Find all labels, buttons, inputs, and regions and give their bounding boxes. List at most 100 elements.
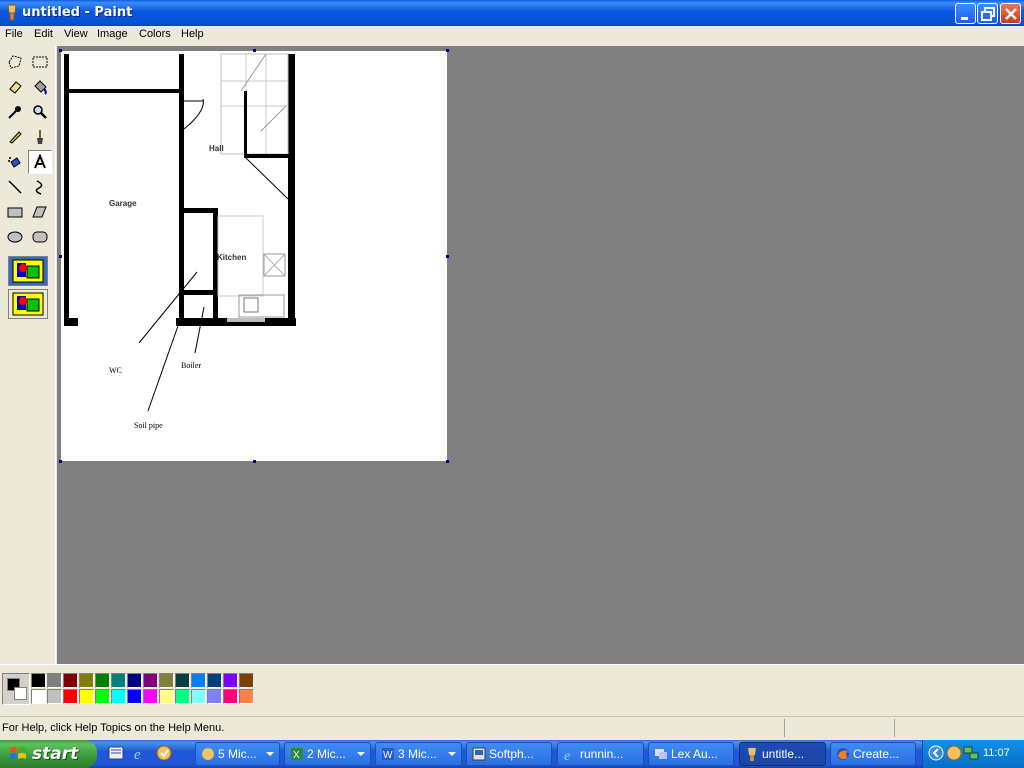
taskbar-task-firefox[interactable]: Create...: [830, 742, 916, 766]
close-button[interactable]: [1000, 3, 1021, 24]
quicklaunch-app-icon[interactable]: [156, 745, 172, 761]
palette-swatch[interactable]: [223, 689, 238, 704]
task-label: Lex Au...: [671, 747, 718, 761]
taskbar-task-lex[interactable]: Lex Au...: [648, 742, 734, 766]
start-button[interactable]: start: [0, 740, 97, 768]
tray-app-icon[interactable]: [946, 745, 962, 761]
resize-handle-top-left: [59, 49, 62, 52]
palette-swatch[interactable]: [79, 673, 94, 688]
palette-swatch[interactable]: [191, 689, 206, 704]
title-bar[interactable]: untitled - Paint: [0, 0, 1024, 26]
palette-swatch[interactable]: [79, 689, 94, 704]
system-tray: 11:07: [922, 740, 1024, 768]
palette-swatch[interactable]: [95, 689, 110, 704]
taskbar-task-ie[interactable]: e runnin...: [557, 742, 644, 766]
label-kitchen: Kitchen: [217, 253, 246, 262]
text-a-icon: [34, 154, 46, 169]
palette-swatch[interactable]: [63, 689, 78, 704]
palette-swatch[interactable]: [159, 673, 174, 688]
palette-swatch[interactable]: [127, 689, 142, 704]
task-label: 5 Mic...: [218, 747, 257, 761]
taskbar-task-paint[interactable]: untitle...: [739, 742, 826, 766]
opaque-selection-icon: [12, 259, 44, 283]
task-label: runnin...: [580, 747, 624, 761]
palette-swatch[interactable]: [143, 673, 158, 688]
status-cell-position: [784, 719, 894, 737]
palette-swatch[interactable]: [191, 673, 206, 688]
resize-handle-left: [59, 255, 62, 258]
label-hall: Hall: [209, 144, 224, 153]
transparency-option-opaque[interactable]: [8, 256, 48, 286]
palette-swatch[interactable]: [239, 673, 254, 688]
palette-swatch[interactable]: [159, 689, 174, 704]
magnifier-tool[interactable]: [28, 100, 52, 124]
taskbar-task-excel-group[interactable]: X 2 Mic...: [284, 742, 371, 766]
rounded-rect-tool[interactable]: [28, 225, 52, 249]
menu-help[interactable]: Help: [181, 28, 204, 40]
palette-swatch[interactable]: [47, 689, 62, 704]
palette-swatch[interactable]: [47, 673, 62, 688]
palette-swatch[interactable]: [31, 689, 46, 704]
resize-handle-bottom[interactable]: [253, 460, 256, 463]
task-label: Softph...: [489, 747, 534, 761]
brush-tool[interactable]: [28, 125, 52, 149]
pencil-tool[interactable]: [3, 125, 27, 149]
outlook-icon: [202, 748, 214, 760]
minimize-button[interactable]: [955, 3, 976, 24]
palette-swatch[interactable]: [127, 673, 142, 688]
taskbar-task-softphone[interactable]: Softph...: [466, 742, 552, 766]
taskbar-task-outlook-group[interactable]: 5 Mic...: [195, 742, 280, 766]
resize-handle-right[interactable]: [446, 255, 449, 258]
firefox-icon: [837, 748, 849, 760]
ellipse-tool[interactable]: [3, 225, 27, 249]
rect-select-tool[interactable]: [28, 50, 52, 74]
eyedropper-icon: [8, 106, 21, 119]
eraser-tool[interactable]: [3, 75, 27, 99]
quicklaunch-ie-icon[interactable]: e: [132, 745, 148, 761]
palette-swatch[interactable]: [239, 689, 254, 704]
label-garage: Garage: [109, 199, 137, 208]
tray-expand-icon[interactable]: [928, 745, 944, 761]
palette-swatch[interactable]: [175, 689, 190, 704]
curve-tool[interactable]: [28, 175, 52, 199]
menu-image[interactable]: Image: [97, 28, 128, 40]
palette-swatch[interactable]: [143, 689, 158, 704]
paint-window: untitled - Paint File Edit View Image Co…: [0, 0, 1024, 740]
eraser-icon: [9, 81, 22, 94]
menu-colors[interactable]: Colors: [139, 28, 171, 40]
polygon-tool[interactable]: [28, 200, 52, 224]
palette-swatch[interactable]: [207, 689, 222, 704]
menu-file[interactable]: File: [5, 28, 23, 40]
palette-swatch[interactable]: [95, 673, 110, 688]
current-colors: [2, 673, 30, 705]
task-label: 2 Mic...: [307, 747, 346, 761]
rectangle-tool[interactable]: [3, 200, 27, 224]
curve-icon: [35, 180, 43, 195]
fill-tool[interactable]: [28, 75, 52, 99]
svg-text:e: e: [134, 747, 141, 761]
palette-swatch[interactable]: [175, 673, 190, 688]
canvas-workspace: Garage Hall Kitchen WC Boiler Soil pipe: [57, 46, 1024, 664]
toolbox: [0, 46, 56, 664]
line-tool[interactable]: [3, 175, 27, 199]
quicklaunch-outlook-icon[interactable]: [108, 745, 124, 761]
resize-handle-bottom-right[interactable]: [446, 460, 449, 463]
palette-swatch[interactable]: [223, 673, 238, 688]
menu-edit[interactable]: Edit: [34, 28, 53, 40]
tray-network-icon[interactable]: [963, 745, 979, 761]
palette-swatch[interactable]: [63, 673, 78, 688]
free-select-tool[interactable]: [3, 50, 27, 74]
palette-swatch[interactable]: [111, 689, 126, 704]
text-tool[interactable]: [28, 150, 52, 174]
drawing-canvas[interactable]: Garage Hall Kitchen WC Boiler Soil pipe: [59, 49, 449, 463]
palette-swatch[interactable]: [31, 673, 46, 688]
transparency-option-transparent[interactable]: [8, 289, 48, 319]
restore-button[interactable]: [977, 3, 998, 24]
taskbar-task-word-group[interactable]: W 3 Mic...: [375, 742, 462, 766]
palette-swatch[interactable]: [111, 673, 126, 688]
color-picker-tool[interactable]: [3, 100, 27, 124]
airbrush-tool[interactable]: [3, 150, 27, 174]
palette-swatch[interactable]: [207, 673, 222, 688]
chat-icon: [655, 749, 667, 759]
menu-view[interactable]: View: [64, 28, 88, 40]
